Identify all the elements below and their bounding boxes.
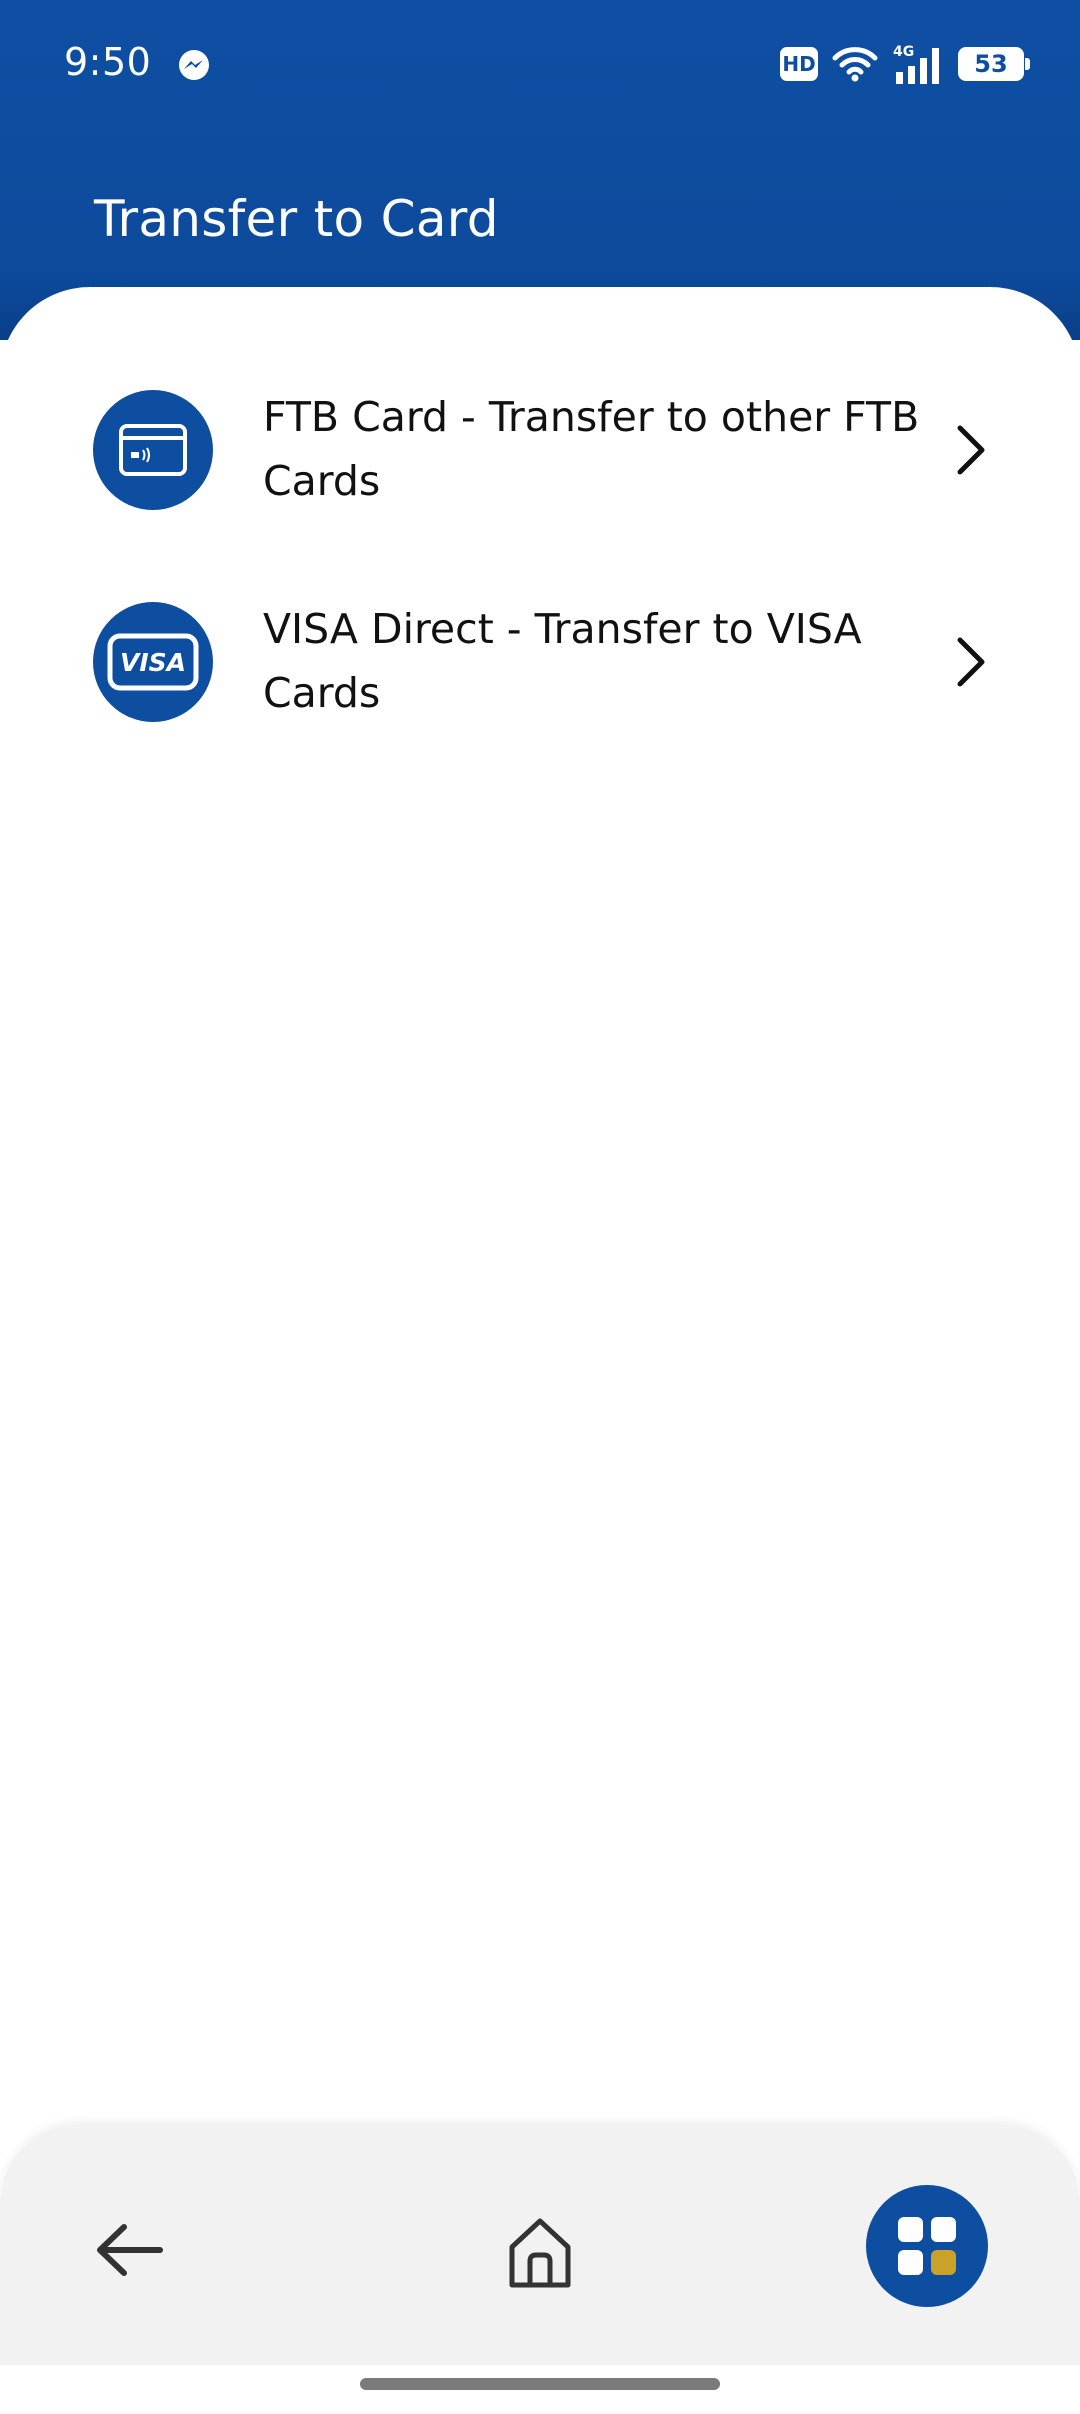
network-type-label: 4G — [893, 44, 914, 60]
back-arrow-icon[interactable] — [90, 2215, 170, 2285]
chevron-right-icon — [957, 637, 985, 687]
messenger-icon — [179, 50, 209, 80]
page-title: Transfer to Card — [94, 190, 499, 248]
gesture-handle[interactable] — [360, 2378, 720, 2390]
battery-level: 53 — [974, 50, 1008, 78]
wifi-icon — [832, 47, 878, 82]
menu-item-visa-direct[interactable]: VISA VISA Direct - Transfer to VISA Card… — [0, 562, 1080, 762]
status-bar: 9:50 HD 4G 53 — [0, 0, 1080, 130]
cell-signal-icon: 4G — [893, 44, 939, 84]
status-icons: HD 4G 53 — [780, 42, 1030, 86]
visa-icon: VISA — [93, 602, 213, 722]
home-icon[interactable] — [500, 2213, 580, 2293]
menu-item-label: VISA Direct - Transfer to VISA Cards — [263, 605, 862, 717]
menu-item-ftb-card[interactable]: FTB Card - Transfer to other FTB Cards — [0, 350, 1080, 550]
menu-item-label: FTB Card - Transfer to other FTB Cards — [263, 393, 920, 505]
status-time: 9:50 — [64, 40, 152, 84]
apps-grid-icon — [898, 2217, 956, 2275]
chevron-right-icon — [957, 425, 985, 475]
battery-icon: 53 — [958, 47, 1030, 81]
visa-icon-text: VISA — [120, 648, 186, 677]
hd-badge: HD — [780, 47, 818, 81]
apps-grid-button[interactable] — [866, 2185, 988, 2307]
bottom-nav — [0, 2125, 1080, 2365]
card-icon — [93, 390, 213, 510]
screen: 9:50 HD 4G 53 Transfer to Card FTB Card … — [0, 0, 1080, 2414]
